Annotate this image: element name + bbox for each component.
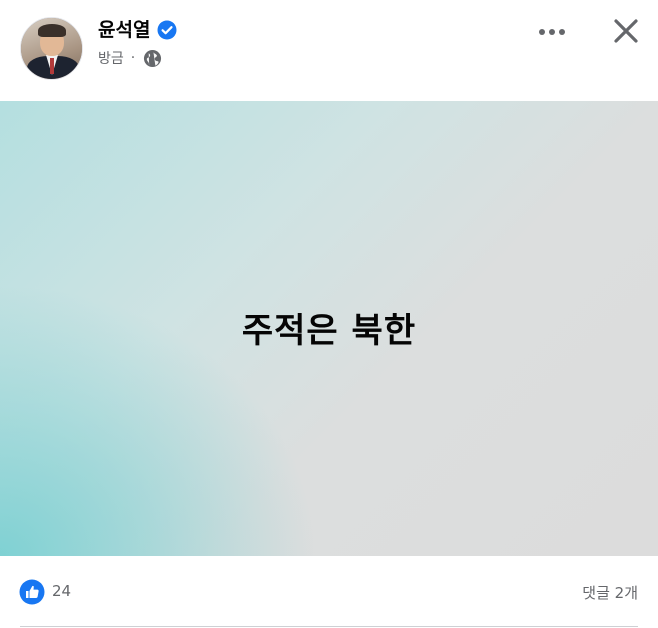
- more-horizontal-icon: [539, 29, 565, 35]
- author-avatar[interactable]: [20, 17, 83, 80]
- globe-icon[interactable]: [143, 49, 162, 68]
- verified-badge-icon: [157, 20, 177, 40]
- meta-separator: ·: [130, 50, 136, 66]
- like-count[interactable]: 24: [52, 582, 71, 600]
- avatar-hair: [38, 24, 66, 37]
- post-timestamp[interactable]: 방금: [98, 48, 124, 68]
- like-icon[interactable]: [19, 579, 45, 605]
- post-content-text: 주적은 북한: [241, 311, 417, 351]
- more-options-button[interactable]: [534, 20, 570, 44]
- post-meta: 방금 ·: [98, 48, 162, 68]
- author-name[interactable]: 윤석열: [98, 18, 150, 42]
- post-footer: [0, 556, 658, 628]
- footer-divider: [20, 626, 638, 627]
- avatar-tie: [50, 58, 54, 74]
- close-icon[interactable]: [610, 15, 642, 47]
- comment-count[interactable]: 댓글 2개: [582, 582, 638, 603]
- post-header: 윤석열 방금 ·: [0, 0, 658, 101]
